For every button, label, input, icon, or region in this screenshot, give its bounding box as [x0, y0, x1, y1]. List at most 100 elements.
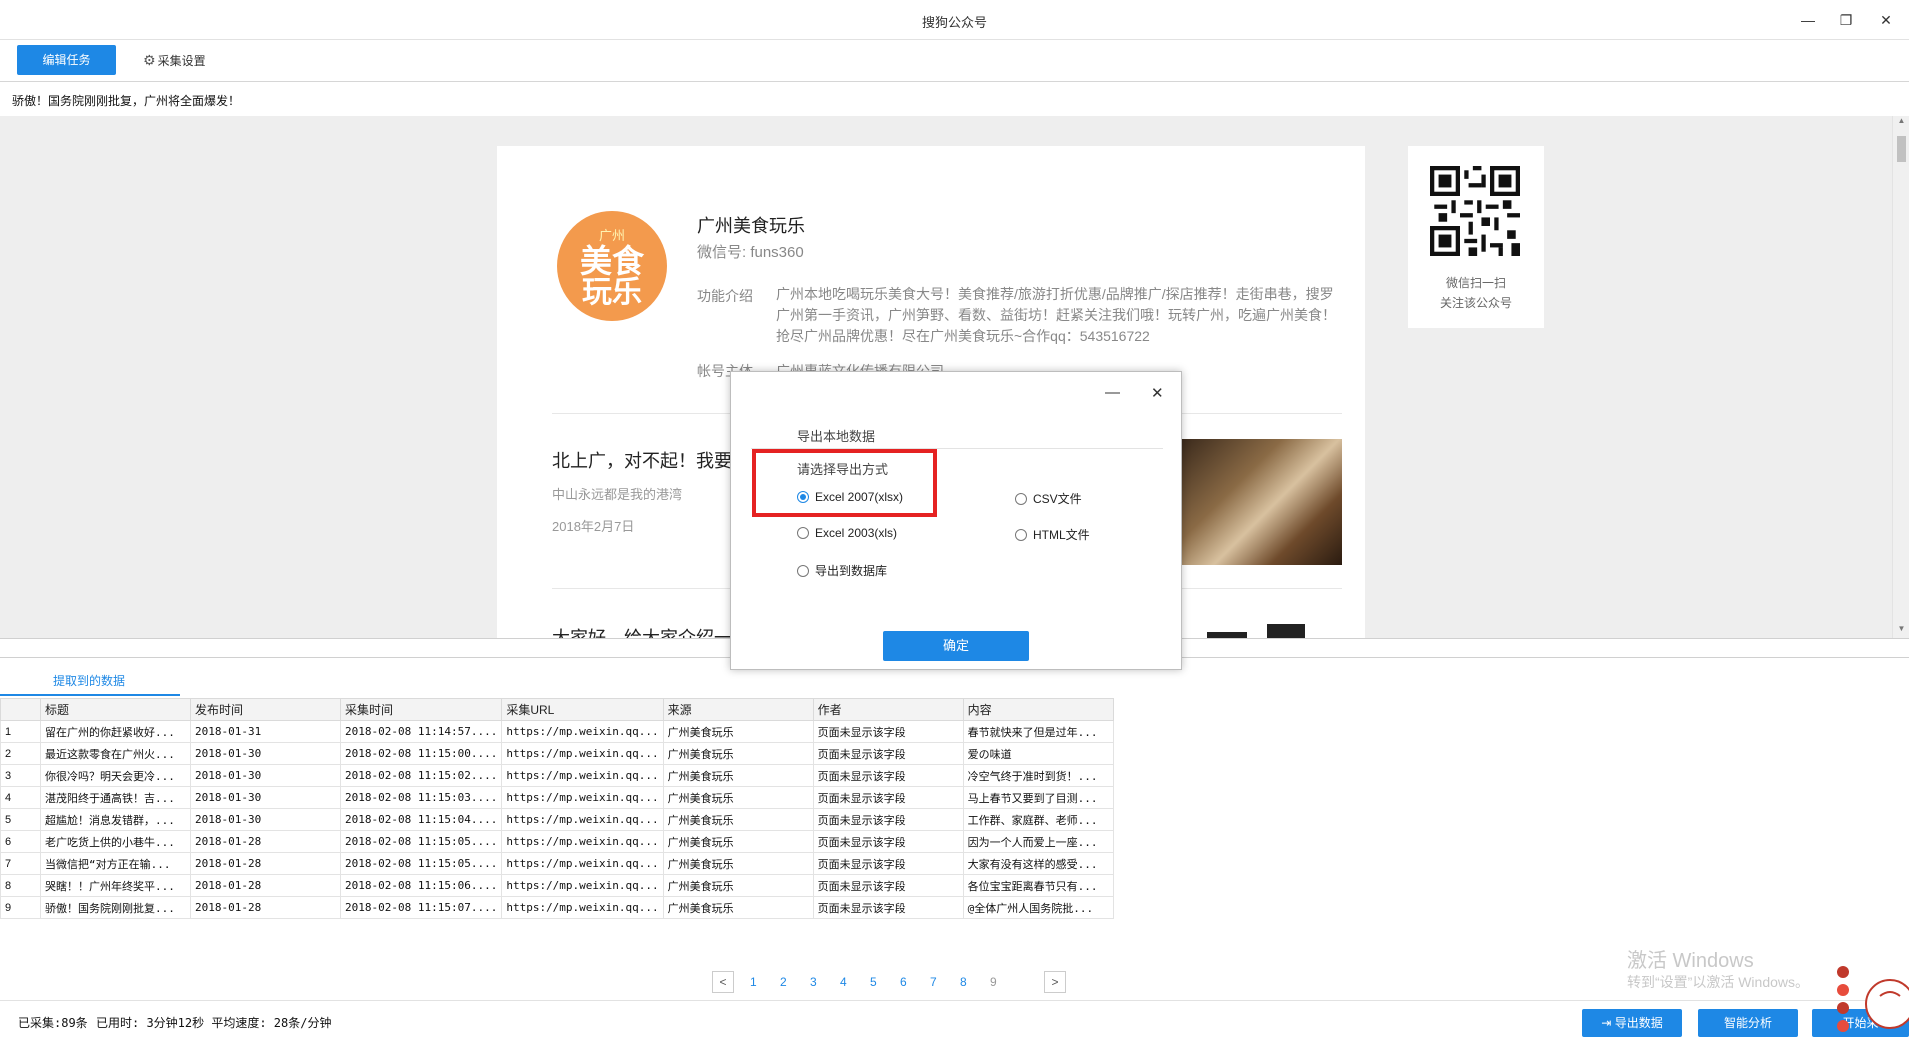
column-header[interactable]: 标题: [40, 698, 191, 721]
close-icon[interactable]: ✕: [1874, 10, 1898, 30]
article-title[interactable]: 北上广，对不起！我要: [552, 447, 732, 473]
table-cell[interactable]: 工作群、家庭群、老师...: [962, 808, 1114, 831]
table-cell[interactable]: 2018-02-08 11:15:04....: [339, 808, 503, 831]
radio-excel-xls[interactable]: Excel 2003(xls): [797, 526, 897, 540]
row-number[interactable]: 9: [0, 896, 41, 919]
page-link[interactable]: 8: [960, 971, 967, 993]
row-number[interactable]: 4: [0, 786, 41, 809]
table-cell[interactable]: 2018-02-08 11:14:57....: [339, 720, 503, 743]
page-link[interactable]: 6: [900, 971, 907, 993]
collect-settings-button[interactable]: ⚙ 采集设置: [143, 52, 206, 69]
table-cell[interactable]: 2018-01-28: [190, 830, 341, 853]
table-cell[interactable]: 2018-02-08 11:15:05....: [339, 852, 503, 875]
table-cell[interactable]: https://mp.weixin.qq...: [501, 808, 664, 831]
table-cell[interactable]: 当微信把“对方正在输...: [40, 852, 191, 875]
table-cell[interactable]: 因为一个人而爱上一座...: [962, 830, 1114, 853]
table-cell[interactable]: 留在广州的你赶紧收好...: [40, 720, 191, 743]
table-cell[interactable]: 广州美食玩乐: [662, 808, 814, 831]
column-header[interactable]: 采集时间: [339, 698, 503, 721]
article-thumbnail[interactable]: [1182, 439, 1342, 565]
table-cell[interactable]: 马上春节又要到了目测...: [962, 786, 1114, 809]
table-cell[interactable]: 2018-01-30: [190, 808, 341, 831]
page-link[interactable]: 1: [750, 971, 757, 993]
minimize-icon[interactable]: —: [1105, 384, 1120, 401]
page-link[interactable]: 2: [780, 971, 787, 993]
page-link[interactable]: 5: [870, 971, 877, 993]
table-cell[interactable]: 页面未显示该字段: [812, 896, 964, 919]
column-header[interactable]: 作者: [812, 698, 964, 721]
table-cell[interactable]: https://mp.weixin.qq...: [501, 742, 664, 765]
table-cell[interactable]: 广州美食玩乐: [662, 874, 814, 897]
table-cell[interactable]: 页面未显示该字段: [812, 786, 964, 809]
article-thumbnail[interactable]: [1197, 618, 1317, 638]
row-number[interactable]: 7: [0, 852, 41, 875]
table-cell[interactable]: 骄傲！国务院刚刚批复...: [40, 896, 191, 919]
vertical-scrollbar[interactable]: ▲ ▼: [1892, 116, 1909, 638]
table-cell[interactable]: 你很冷吗？明天会更冷...: [40, 764, 191, 787]
table-row[interactable]: 5 超尴尬！消息发错群，... 2018-01-30 2018-02-08 11:15…: [0, 808, 1114, 831]
prev-page-button[interactable]: <: [712, 971, 734, 993]
table-row[interactable]: 2 最近这款零食在广州火... 2018-01-30 2018-02-08 11:15…: [0, 742, 1114, 765]
column-header[interactable]: 来源: [662, 698, 814, 721]
column-header[interactable]: 发布时间: [190, 698, 341, 721]
next-page-button[interactable]: >: [1044, 971, 1066, 993]
table-cell[interactable]: https://mp.weixin.qq...: [501, 896, 664, 919]
column-header[interactable]: 采集URL: [501, 698, 664, 721]
row-number[interactable]: 8: [0, 874, 41, 897]
close-icon[interactable]: ✕: [1151, 384, 1164, 402]
table-cell[interactable]: 2018-02-08 11:15:02....: [339, 764, 503, 787]
table-cell[interactable]: 2018-02-08 11:15:06....: [339, 874, 503, 897]
minimize-icon[interactable]: —: [1796, 10, 1820, 30]
table-cell[interactable]: 最近这款零食在广州火...: [40, 742, 191, 765]
smart-analysis-button[interactable]: 智能分析: [1698, 1009, 1798, 1037]
table-cell[interactable]: 2018-01-28: [190, 896, 341, 919]
table-cell[interactable]: 春节就快来了但是过年...: [962, 720, 1114, 743]
table-cell[interactable]: 广州美食玩乐: [662, 764, 814, 787]
page-link[interactable]: 7: [930, 971, 937, 993]
table-cell[interactable]: https://mp.weixin.qq...: [501, 764, 664, 787]
edit-task-button[interactable]: 编辑任务: [17, 45, 116, 75]
radio-csv[interactable]: CSV文件: [1015, 490, 1082, 507]
table-cell[interactable]: 2018-02-08 11:15:07....: [339, 896, 503, 919]
table-cell[interactable]: 2018-01-30: [190, 742, 341, 765]
confirm-button[interactable]: 确定: [883, 631, 1029, 661]
table-cell[interactable]: @全体广州人国务院批...: [962, 896, 1114, 919]
row-number[interactable]: 2: [0, 742, 41, 765]
table-cell[interactable]: 2018-02-08 11:15:03....: [339, 786, 503, 809]
table-cell[interactable]: 广州美食玩乐: [662, 896, 814, 919]
page-link[interactable]: 9: [990, 971, 997, 993]
radio-database[interactable]: 导出到数据库: [797, 562, 887, 579]
table-cell[interactable]: 2018-01-28: [190, 852, 341, 875]
page-link[interactable]: 3: [810, 971, 817, 993]
table-cell[interactable]: 大家有没有这样的感受...: [962, 852, 1114, 875]
table-cell[interactable]: 页面未显示该字段: [812, 874, 964, 897]
tab-extracted-data[interactable]: 提取到的数据: [0, 660, 180, 696]
column-header[interactable]: 内容: [962, 698, 1114, 721]
scroll-down-icon[interactable]: ▼: [1893, 624, 1909, 638]
table-cell[interactable]: 哭瞎！！广州年终奖平...: [40, 874, 191, 897]
scroll-thumb[interactable]: [1897, 136, 1906, 162]
mascot-icon[interactable]: [1832, 956, 1909, 1038]
table-cell[interactable]: 湛茂阳终于通高铁！吉...: [40, 786, 191, 809]
table-cell[interactable]: 广州美食玩乐: [662, 830, 814, 853]
column-header[interactable]: [0, 698, 41, 721]
table-cell[interactable]: 2018-01-28: [190, 874, 341, 897]
table-cell[interactable]: 冷空气终于准时到货！...: [962, 764, 1114, 787]
table-cell[interactable]: https://mp.weixin.qq...: [501, 874, 664, 897]
table-cell[interactable]: 页面未显示该字段: [812, 808, 964, 831]
table-cell[interactable]: https://mp.weixin.qq...: [501, 720, 664, 743]
export-data-button[interactable]: ⇥ 导出数据: [1582, 1009, 1682, 1037]
restore-icon[interactable]: ❐: [1834, 10, 1858, 30]
table-cell[interactable]: 老广吃货上供的小巷牛...: [40, 830, 191, 853]
table-row[interactable]: 9 骄傲！国务院刚刚批复... 2018-01-28 2018-02-08 11:15…: [0, 896, 1114, 919]
table-cell[interactable]: https://mp.weixin.qq...: [501, 852, 664, 875]
table-row[interactable]: 4 湛茂阳终于通高铁！吉... 2018-01-30 2018-02-08 11:15…: [0, 786, 1114, 809]
table-cell[interactable]: 2018-02-08 11:15:05....: [339, 830, 503, 853]
table-cell[interactable]: 广州美食玩乐: [662, 720, 814, 743]
table-row[interactable]: 7 当微信把“对方正在输... 2018-01-28 2018-02-08 11:15…: [0, 852, 1114, 875]
table-cell[interactable]: 广州美食玩乐: [662, 786, 814, 809]
row-number[interactable]: 1: [0, 720, 41, 743]
table-cell[interactable]: https://mp.weixin.qq...: [501, 830, 664, 853]
row-number[interactable]: 6: [0, 830, 41, 853]
row-number[interactable]: 5: [0, 808, 41, 831]
